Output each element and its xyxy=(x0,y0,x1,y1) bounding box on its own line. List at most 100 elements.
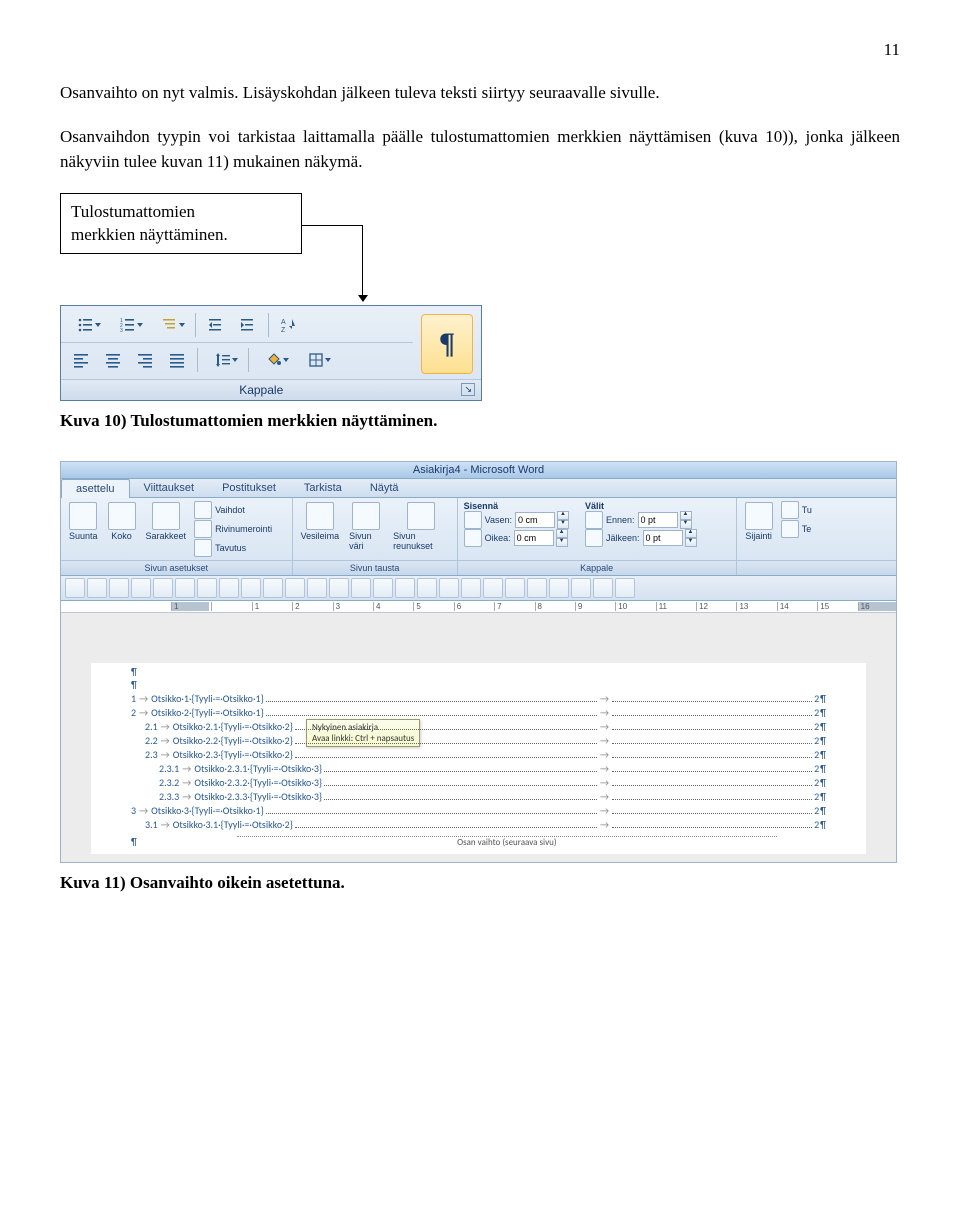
qat-button[interactable] xyxy=(109,578,129,598)
toc-row[interactable]: 2.3.2→Otsikko·2.3.2·{Tyyli·=·Otsikko·3}→… xyxy=(131,776,826,789)
spacing-before-input[interactable] xyxy=(638,512,678,528)
bulleted-list-button[interactable] xyxy=(67,312,105,338)
send-backward-button[interactable]: Te xyxy=(781,520,812,538)
spinner-up[interactable]: ▲ xyxy=(680,511,692,520)
toc-number: 3.1 xyxy=(145,818,158,831)
tab-mark: → xyxy=(161,748,170,761)
group-paragraph: Sisennä Vasen: ▲▼ Oikea: ▲▼ Välit xyxy=(458,498,737,575)
toc-row[interactable]: 2.3.3→Otsikko·2.3.3·{Tyyli·=·Otsikko·3}→… xyxy=(131,790,826,803)
toc-row[interactable]: 2.3→Otsikko·2.3·{Tyyli·=·Otsikko·2}→2¶ xyxy=(131,748,826,761)
indent-right-field[interactable]: Oikea: ▲▼ xyxy=(464,529,569,547)
numbered-list-button[interactable]: 123 xyxy=(109,312,147,338)
increase-indent-button[interactable] xyxy=(234,312,262,338)
spacing-after-field[interactable]: Jälkeen: ▲▼ xyxy=(585,529,697,547)
spinner-up[interactable]: ▲ xyxy=(556,529,568,538)
toc-row[interactable]: 2→Otsikko·2·{Tyyli·=·Otsikko·1}→2¶ xyxy=(131,706,826,719)
show-hide-pilcrow-button[interactable]: ¶ xyxy=(421,314,473,374)
qat-button[interactable] xyxy=(417,578,437,598)
toc-row[interactable]: 2.3.1→Otsikko·2.3.1·{Tyyli·=·Otsikko·3}→… xyxy=(131,762,826,775)
qat-button[interactable] xyxy=(153,578,173,598)
page-color-button[interactable]: Sivun väri xyxy=(347,501,385,552)
group-label-page-background: Sivun tausta xyxy=(293,560,457,575)
qat-button[interactable] xyxy=(65,578,85,598)
decrease-indent-button[interactable] xyxy=(202,312,230,338)
align-center-button[interactable] xyxy=(99,347,127,373)
qat-button[interactable] xyxy=(461,578,481,598)
toc-number: 2.3.1 xyxy=(159,762,179,775)
toc-row[interactable]: 2.2→Otsikko·2.2·{Tyyli·=·Otsikko·2}→2¶ xyxy=(131,734,826,747)
document-canvas[interactable]: ¶ ¶ Nykyinen asiakirja Avaa linkki: Ctrl… xyxy=(61,613,896,862)
qat-button[interactable] xyxy=(395,578,415,598)
qat-button[interactable] xyxy=(593,578,613,598)
spacing-after-icon xyxy=(585,529,603,547)
position-button[interactable]: Sijainti xyxy=(743,501,775,542)
spacing-after-input[interactable] xyxy=(643,530,683,546)
qat-button[interactable] xyxy=(329,578,349,598)
qat-button[interactable] xyxy=(615,578,635,598)
qat-button[interactable] xyxy=(439,578,459,598)
qat-button[interactable] xyxy=(351,578,371,598)
tab-mailings[interactable]: Postitukset xyxy=(208,479,290,497)
qat-button[interactable] xyxy=(241,578,261,598)
horizontal-ruler[interactable]: 112345678910111213141516 xyxy=(61,601,896,613)
qat-button[interactable] xyxy=(131,578,151,598)
toc-leader-dots xyxy=(612,771,812,772)
multilevel-list-button[interactable] xyxy=(151,312,189,338)
spinner-down[interactable]: ▼ xyxy=(685,538,697,547)
qat-button[interactable] xyxy=(87,578,107,598)
tab-review[interactable]: Tarkista xyxy=(290,479,356,497)
toc-title: Otsikko·2.2· xyxy=(173,734,221,747)
spacing-before-field[interactable]: Ennen: ▲▼ xyxy=(585,511,697,529)
qat-button[interactable] xyxy=(175,578,195,598)
toc-row[interactable]: 2.1→Otsikko·2.1·{Tyyli·=·Otsikko·2}→2¶ xyxy=(131,720,826,733)
breaks-button[interactable]: Vaihdot xyxy=(194,501,272,519)
toc-leader-dots xyxy=(612,701,812,702)
toc-row[interactable]: 1→Otsikko·1·{Tyyli·=·Otsikko·1}→2¶ xyxy=(131,692,826,705)
borders-button[interactable] xyxy=(297,347,335,373)
qat-button[interactable] xyxy=(263,578,283,598)
dialog-launcher-icon[interactable]: ↘ xyxy=(461,383,475,396)
line-numbers-button[interactable]: Rivinumerointi xyxy=(194,520,272,538)
qat-button[interactable] xyxy=(483,578,503,598)
shading-button[interactable] xyxy=(255,347,293,373)
qat-button[interactable] xyxy=(197,578,217,598)
tab-references[interactable]: Viittaukset xyxy=(130,479,209,497)
toc-number: 2.1 xyxy=(145,720,158,733)
spinner-down[interactable]: ▼ xyxy=(557,520,569,529)
line-spacing-button[interactable] xyxy=(204,347,242,373)
watermark-button[interactable]: Vesileima xyxy=(299,501,342,542)
justify-button[interactable] xyxy=(163,347,191,373)
align-left-button[interactable] xyxy=(67,347,95,373)
tab-page-layout[interactable]: asettelu xyxy=(61,479,130,498)
qat-button[interactable] xyxy=(505,578,525,598)
toc-row[interactable]: 3.1→Otsikko·3.1·{Tyyli·=·Otsikko·2}→2¶ xyxy=(131,818,826,831)
qat-button[interactable] xyxy=(307,578,327,598)
tab-mark: → xyxy=(600,692,609,705)
columns-button[interactable]: Sarakkeet xyxy=(144,501,189,542)
qat-button[interactable] xyxy=(549,578,569,598)
toc-leader-dots xyxy=(612,785,812,786)
size-button[interactable]: Koko xyxy=(106,501,138,542)
page-borders-button[interactable]: Sivun reunukset xyxy=(391,501,451,552)
bring-forward-button[interactable]: Tu xyxy=(781,501,812,519)
indent-left-field[interactable]: Vasen: ▲▼ xyxy=(464,511,569,529)
qat-button[interactable] xyxy=(219,578,239,598)
align-right-button[interactable] xyxy=(131,347,159,373)
sort-button[interactable]: AZ xyxy=(275,312,303,338)
indent-right-input[interactable] xyxy=(514,530,554,546)
spinner-up[interactable]: ▲ xyxy=(685,529,697,538)
spinner-down[interactable]: ▼ xyxy=(556,538,568,547)
toc-row[interactable]: 3→Otsikko·3·{Tyyli·=·Otsikko·1}→2¶ xyxy=(131,804,826,817)
orientation-button[interactable]: Suunta xyxy=(67,501,100,542)
spinner-up[interactable]: ▲ xyxy=(557,511,569,520)
hyphenation-button[interactable]: Tavutus xyxy=(194,539,272,557)
toc-style: {Tyyli·=·Otsikko·1} xyxy=(191,804,263,817)
qat-button[interactable] xyxy=(571,578,591,598)
pilcrow-mark: ¶ xyxy=(820,748,826,761)
qat-button[interactable] xyxy=(285,578,305,598)
spinner-down[interactable]: ▼ xyxy=(680,520,692,529)
indent-left-input[interactable] xyxy=(515,512,555,528)
qat-button[interactable] xyxy=(527,578,547,598)
qat-button[interactable] xyxy=(373,578,393,598)
tab-view[interactable]: Näytä xyxy=(356,479,413,497)
